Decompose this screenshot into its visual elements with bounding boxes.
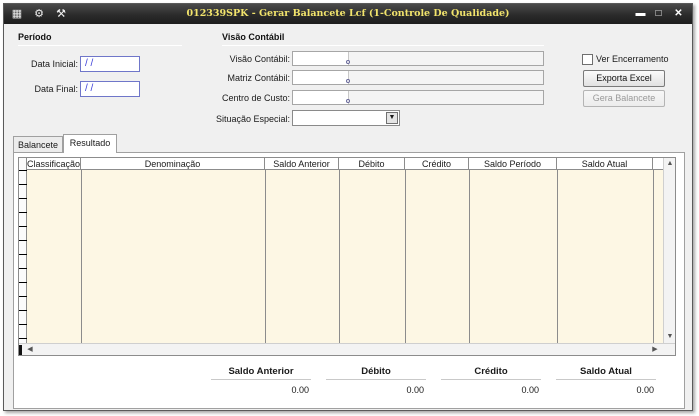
grid-col-divider <box>339 170 340 343</box>
minimize-icon[interactable]: ▬ <box>634 7 647 20</box>
total-saldo-atual-label: Saldo Atual <box>556 366 656 380</box>
title-bar[interactable]: ▦ ⚙ ⚒ 012339SPK - Gerar Balancete Lcf (1… <box>4 4 692 24</box>
total-saldo-anterior-label: Saldo Anterior <box>211 366 311 380</box>
centro-custo-input[interactable] <box>292 90 544 105</box>
centro-custo-label: Centro de Custo: <box>221 93 290 103</box>
results-grid[interactable]: Classificação Denominação Saldo Anterior… <box>18 157 676 356</box>
periodo-title: Período <box>18 32 52 42</box>
lookup-icon[interactable] <box>346 99 350 103</box>
scroll-up-icon[interactable]: ▲ <box>664 158 675 170</box>
visao-contabil-label: Visão Contábil: <box>229 54 290 64</box>
scroll-left-icon[interactable]: ◀ <box>24 344 36 355</box>
data-inicial-input[interactable]: / / <box>80 56 140 72</box>
window-title: 012339SPK - Gerar Balancete Lcf (1-Contr… <box>186 8 510 19</box>
data-inicial-label: Data Inicial: <box>30 59 78 69</box>
col-saldo-anterior[interactable]: Saldo Anterior <box>265 158 339 170</box>
situacao-especial-select[interactable]: ▼ <box>292 110 400 126</box>
maximize-icon[interactable]: □ <box>652 7 665 20</box>
total-saldo-atual-value: 0.00 <box>636 385 654 395</box>
col-debito[interactable]: Débito <box>339 158 405 170</box>
col-denominacao[interactable]: Denominação <box>81 158 265 170</box>
ver-encerramento-label[interactable]: Ver Encerramento <box>596 54 669 64</box>
matriz-contabil-input[interactable] <box>292 70 544 85</box>
matriz-contabil-label: Matriz Contábil: <box>227 73 290 83</box>
lookup-icon[interactable] <box>346 79 350 83</box>
total-credito-value: 0.00 <box>521 385 539 395</box>
total-debito-value: 0.00 <box>406 385 424 395</box>
periodo-separator <box>18 45 182 46</box>
row-indicator-column <box>19 158 27 343</box>
grid-col-divider <box>653 170 654 343</box>
close-icon[interactable]: ✕ <box>672 7 685 20</box>
visao-contabil-input[interactable] <box>292 51 544 66</box>
chevron-down-icon[interactable]: ▼ <box>386 112 398 124</box>
tab-resultado[interactable]: Resultado <box>63 134 117 153</box>
resultado-panel: Classificação Denominação Saldo Anterior… <box>13 152 685 409</box>
col-saldo-atual[interactable]: Saldo Atual <box>557 158 653 170</box>
total-saldo-anterior-value: 0.00 <box>291 385 309 395</box>
col-classificacao[interactable]: Classificação <box>27 158 81 170</box>
tab-balancete[interactable]: Balancete <box>13 136 63 153</box>
ver-encerramento-checkbox[interactable] <box>582 54 593 65</box>
scroll-right-icon[interactable]: ▶ <box>649 344 661 355</box>
total-credito-label: Crédito <box>441 366 541 380</box>
grid-col-divider <box>469 170 470 343</box>
visao-separator <box>222 45 544 46</box>
data-final-input[interactable]: / / <box>80 81 140 97</box>
col-credito[interactable]: Crédito <box>405 158 469 170</box>
grid-col-divider <box>405 170 406 343</box>
grid-col-divider <box>265 170 266 343</box>
vertical-scrollbar[interactable]: ▲ ▼ <box>663 158 675 343</box>
grid-header: Classificação Denominação Saldo Anterior… <box>27 158 663 170</box>
grid-col-divider <box>557 170 558 343</box>
visao-title: Visão Contábil <box>222 32 285 42</box>
data-final-label: Data Final: <box>34 84 78 94</box>
lookup-icon[interactable] <box>346 60 350 64</box>
gera-balancete-button[interactable]: Gera Balancete <box>583 90 665 107</box>
horizontal-scrollbar[interactable]: ◀ ▶ <box>19 343 675 355</box>
exporta-excel-button[interactable]: Exporta Excel <box>583 70 665 87</box>
scroll-down-icon[interactable]: ▼ <box>664 331 675 343</box>
col-saldo-periodo[interactable]: Saldo Período <box>469 158 557 170</box>
grid-col-divider <box>81 170 82 343</box>
scroll-thumb[interactable] <box>19 345 22 355</box>
situacao-especial-label: Situação Especial: <box>215 114 290 124</box>
app-window: ▦ ⚙ ⚒ 012339SPK - Gerar Balancete Lcf (1… <box>3 3 693 411</box>
total-debito-label: Débito <box>326 366 426 380</box>
